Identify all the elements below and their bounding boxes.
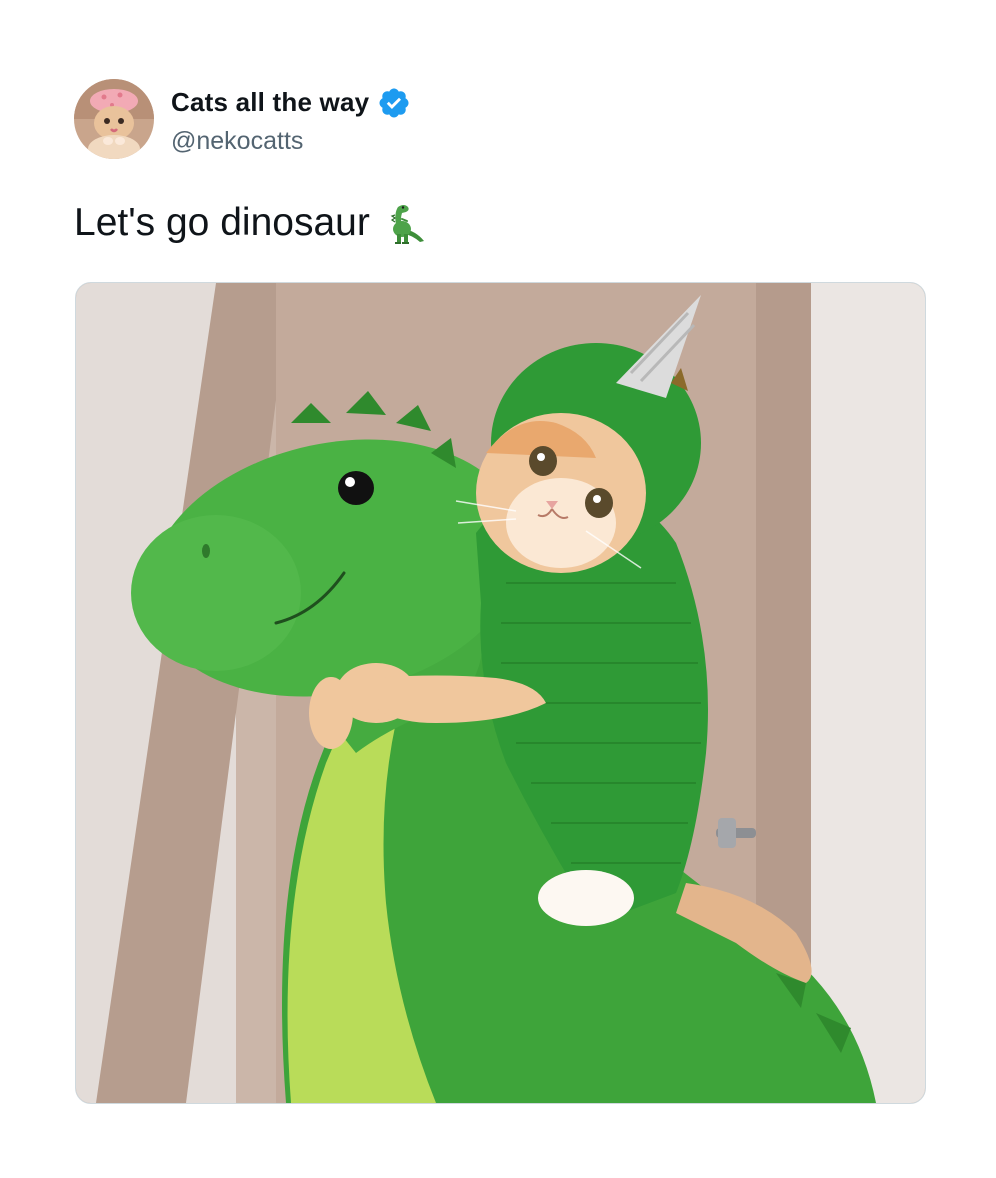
display-name-row: Cats all the way — [171, 83, 411, 123]
tweet-text: Let's go dinosaur — [74, 198, 426, 248]
tweet-header: Cats all the way @nekocatts — [74, 78, 411, 160]
tweet-text-content: Let's go dinosaur — [74, 201, 370, 244]
t-rex-emoji-icon — [382, 201, 426, 245]
author-names: Cats all the way @nekocatts — [171, 83, 411, 156]
display-name[interactable]: Cats all the way — [171, 87, 369, 118]
avatar[interactable] — [74, 79, 154, 159]
author-handle[interactable]: @nekocatts — [171, 127, 411, 156]
tweet-card: Cats all the way @nekocatts Let's go din… — [0, 0, 996, 1178]
tweet-photo[interactable] — [75, 282, 926, 1104]
verified-badge-icon — [377, 86, 411, 120]
